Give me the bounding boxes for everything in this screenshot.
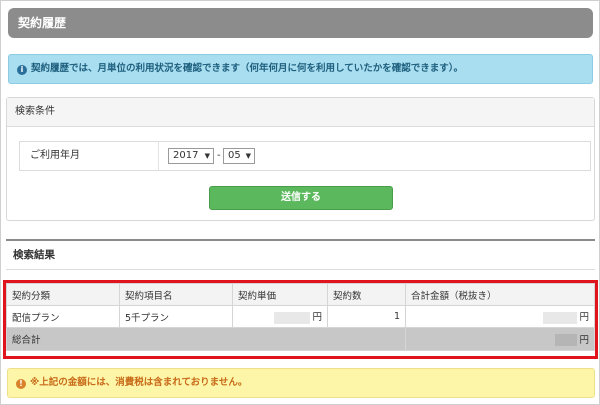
month-select-value: 05	[228, 150, 241, 161]
page-title-bar: 契約履歴	[8, 8, 593, 38]
date-separator: -	[217, 150, 221, 161]
page-title: 契約履歴	[18, 16, 67, 30]
tax-notice-text: ※上記の金額には、消費税は含まれておりません。	[30, 377, 248, 388]
results-table: 契約分類 契約項目名 契約単価 契約数 合計金額（税抜き） 配信プラン 5千プラ…	[6, 283, 595, 351]
chevron-down-icon: ▼	[204, 152, 210, 160]
column-header: 契約項目名	[119, 283, 233, 306]
chevron-down-icon: ▼	[245, 152, 251, 160]
category-cell: 配信プラン	[6, 305, 120, 328]
unit-price-suffix: 円	[312, 312, 322, 324]
search-panel: 検索条件 ご利用年月 2017 ▼ - 05 ▼ 送信する	[6, 97, 595, 221]
year-select[interactable]: 2017 ▼	[168, 148, 214, 164]
column-header: 合計金額（税抜き）	[405, 283, 595, 306]
redacted-value	[543, 311, 578, 324]
table-header-row: 契約分類 契約項目名 契約単価 契約数 合計金額（税抜き）	[6, 283, 595, 306]
info-text: 契約履歴では、月単位の利用状況を確認できます（何年何月に何を利用していたかを確認…	[31, 63, 463, 74]
month-select[interactable]: 05 ▼	[223, 148, 255, 164]
line-total-suffix: 円	[579, 312, 589, 324]
section-divider	[6, 239, 595, 241]
year-select-value: 2017	[173, 150, 199, 161]
tax-notice-alert: ! ※上記の金額には、消費税は含まれておりません。	[7, 368, 595, 398]
column-header: 契約単価	[232, 283, 328, 306]
search-panel-title: 検索条件	[7, 98, 594, 127]
grand-total-row: 総合計 円	[6, 327, 595, 351]
info-circle-icon: i	[17, 65, 27, 75]
results-divider	[6, 269, 595, 270]
unit-price-cell: 円	[232, 305, 328, 328]
redacted-value	[555, 334, 578, 347]
column-header: 契約数	[327, 283, 406, 306]
line-total-cell: 円	[405, 305, 595, 328]
usage-month-row: ご利用年月 2017 ▼ - 05 ▼	[19, 141, 591, 171]
submit-button[interactable]: 送信する	[209, 186, 393, 210]
results-title: 検索結果	[13, 249, 55, 261]
grand-total-label: 総合計	[6, 327, 406, 351]
column-header: 契約分類	[6, 283, 120, 306]
grand-total-cell: 円	[405, 327, 595, 351]
row-divider	[158, 142, 159, 170]
item-name-cell: 5千プラン	[119, 305, 233, 328]
grand-total-suffix: 円	[579, 334, 589, 346]
usage-month-label: ご利用年月	[30, 150, 80, 161]
quantity-cell: 1	[327, 305, 406, 328]
info-alert: i 契約履歴では、月単位の利用状況を確認できます（何年何月に何を利用していたかを確…	[8, 54, 593, 84]
results-table-highlight: 契約分類 契約項目名 契約単価 契約数 合計金額（税抜き） 配信プラン 5千プラ…	[3, 280, 598, 359]
table-row: 配信プラン 5千プラン 円 1 円	[6, 305, 595, 328]
redacted-value	[274, 311, 311, 324]
exclamation-circle-icon: !	[16, 379, 26, 389]
